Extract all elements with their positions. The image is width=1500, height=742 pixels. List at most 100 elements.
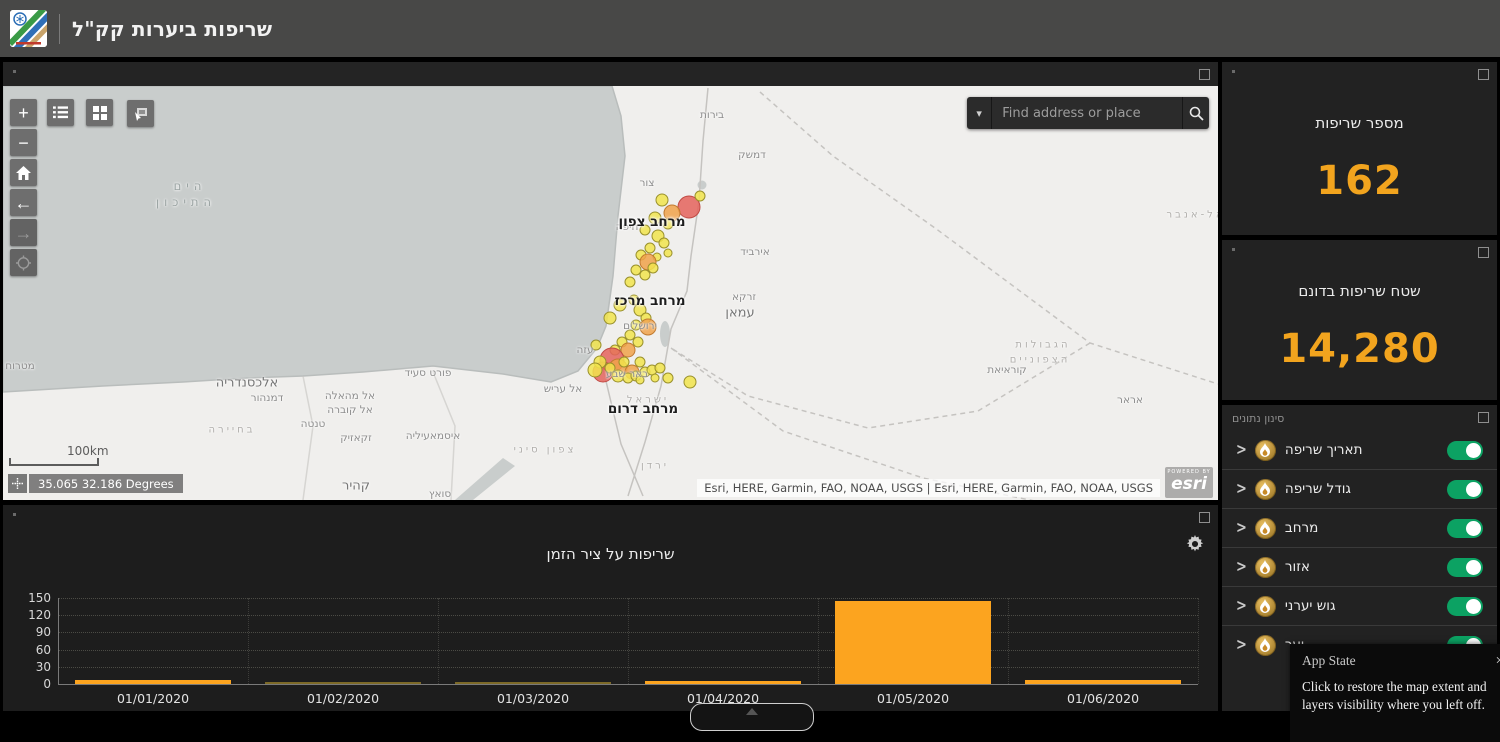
map-place-label: בחיירה	[209, 425, 256, 436]
coordinates-value: 35.065 32.186 Degrees	[29, 474, 183, 493]
map-place-label: טנטה	[301, 418, 326, 430]
filter-rows: >תאריך שריפה>גודל שריפה>מרחב>אזור>גוש יע…	[1222, 431, 1497, 664]
chart-expand-pill-button[interactable]	[690, 703, 814, 731]
scale-label: 100km	[67, 444, 109, 458]
locate-icon	[16, 255, 31, 271]
close-icon[interactable]: ×	[1496, 654, 1500, 669]
filter-row[interactable]: > אזור	[1222, 547, 1497, 586]
y-axis-tick: 0	[11, 677, 51, 691]
filter-label: גוש יערני	[1285, 598, 1447, 614]
x-axis-label: 01/02/2020	[307, 691, 379, 706]
stat-value: 162	[1316, 158, 1403, 204]
map-place-label: אל-אנבר	[1166, 210, 1218, 221]
map-place-label: בירות	[700, 109, 724, 121]
map-place-label: הים	[174, 179, 207, 193]
filter-row[interactable]: >גודל שריפה	[1222, 469, 1497, 508]
forward-arrow-icon: →	[15, 224, 33, 242]
map-place-label: אל מהאלה	[325, 390, 375, 402]
zoom-out-button[interactable]: −	[10, 129, 37, 156]
chevron-right-icon[interactable]: >	[1236, 441, 1247, 459]
map-place-label: קוראיאת	[987, 364, 1027, 376]
y-axis-tick: 120	[11, 608, 51, 622]
filter-toggle[interactable]	[1447, 597, 1483, 616]
next-extent-button[interactable]: →	[10, 219, 37, 246]
map-place-label: עמאן	[725, 306, 754, 321]
legend-button[interactable]	[47, 99, 74, 126]
arrow-up-icon	[746, 708, 758, 715]
esri-wordmark: esri	[1165, 476, 1213, 493]
chart-bar[interactable]	[645, 681, 801, 684]
basemap-gallery-button[interactable]	[86, 99, 113, 126]
header-divider	[59, 14, 60, 44]
stat-value: 14,280	[1279, 326, 1439, 372]
scale-line	[9, 458, 99, 466]
panel-drag-dot	[13, 70, 16, 73]
map-place-label: עזה	[576, 344, 593, 356]
back-arrow-icon: ←	[15, 194, 33, 212]
home-icon	[16, 166, 31, 180]
previous-extent-button[interactable]: ←	[10, 189, 37, 216]
search-dropdown-button[interactable]: ▾	[967, 97, 992, 129]
chart-bar[interactable]	[265, 682, 421, 684]
chevron-right-icon[interactable]: >	[1236, 558, 1247, 576]
chevron-right-icon[interactable]: >	[1236, 597, 1247, 615]
card-expand-icon[interactable]	[1478, 69, 1489, 80]
legend-list-icon	[53, 106, 68, 119]
gridline-vertical	[1008, 598, 1009, 684]
filter-toggle[interactable]	[1447, 558, 1483, 577]
page-title: שריפות ביערות קק"ל	[72, 17, 272, 41]
filter-row[interactable]: >תאריך שריפה	[1222, 431, 1497, 469]
map-place-label: הצפוניים	[1010, 355, 1071, 366]
app-state-title: App State	[1302, 653, 1356, 669]
map-place-label: זקאזיק	[340, 432, 372, 444]
search-button[interactable]	[1182, 97, 1209, 129]
map-area[interactable]: בירותדמשקצורחיפהאירבידזרקאעמאןירושליםעזה…	[3, 86, 1218, 500]
chart-bar[interactable]	[75, 680, 231, 684]
crosshair-icon[interactable]	[8, 474, 27, 493]
map-expand-icon[interactable]	[1199, 69, 1210, 80]
gridline-vertical	[818, 598, 819, 684]
stat-label: מספר שריפות	[1315, 114, 1403, 132]
y-axis-line	[58, 598, 59, 684]
filter-row[interactable]: > גוש יערני	[1222, 586, 1497, 625]
chevron-right-icon[interactable]: >	[1236, 480, 1247, 498]
map-attribution: Esri, HERE, Garmin, FAO, NOAA, USGS | Es…	[697, 479, 1160, 497]
map-panel: בירותדמשקצורחיפהאירבידזרקאעמאןירושליםעזה…	[3, 62, 1218, 500]
chevron-right-icon[interactable]: >	[1236, 519, 1247, 537]
filter-label: אזור	[1285, 559, 1447, 575]
map-place-label: דמנהור	[251, 392, 284, 404]
home-button[interactable]	[10, 159, 37, 186]
card-expand-icon[interactable]	[1478, 247, 1489, 258]
map-place-label: צור	[639, 177, 654, 189]
filter-toggle[interactable]	[1447, 480, 1483, 499]
map-place-label: ירדן	[641, 461, 669, 472]
zoom-in-button[interactable]: +	[10, 99, 37, 126]
map-place-label: אל קוברה	[327, 404, 373, 416]
search-input[interactable]	[992, 97, 1182, 129]
app-state-message: Click to restore the map extent and laye…	[1302, 678, 1500, 714]
filter-row[interactable]: >מרחב	[1222, 508, 1497, 547]
map-place-label: הגבולות	[1015, 340, 1070, 351]
map-place-label: דמשק	[738, 149, 766, 161]
map-place-label: ירושלים	[623, 320, 657, 332]
flame-icon	[1255, 635, 1276, 656]
filter-expand-icon[interactable]	[1478, 412, 1489, 423]
map-region-label: מרחב צפון	[618, 214, 685, 230]
y-axis-tick: 150	[11, 591, 51, 605]
flame-icon	[1255, 596, 1276, 617]
chevron-right-icon[interactable]: >	[1236, 636, 1247, 654]
gridline-vertical	[1198, 598, 1199, 684]
y-axis-tick: 30	[11, 660, 51, 674]
chart-bar[interactable]	[1025, 680, 1181, 684]
map-flag-icon	[133, 107, 148, 121]
toggle-knob	[1466, 560, 1481, 575]
filter-toggle[interactable]	[1447, 441, 1483, 460]
bookmark-map-button[interactable]	[127, 100, 154, 127]
chart-bar[interactable]	[835, 601, 991, 684]
map-place-label: התיכון	[156, 195, 216, 209]
chart-bar[interactable]	[455, 682, 611, 684]
kkl-logo	[10, 10, 47, 47]
x-axis-line	[58, 684, 1198, 685]
locate-button[interactable]	[10, 249, 37, 276]
filter-toggle[interactable]	[1447, 519, 1483, 538]
